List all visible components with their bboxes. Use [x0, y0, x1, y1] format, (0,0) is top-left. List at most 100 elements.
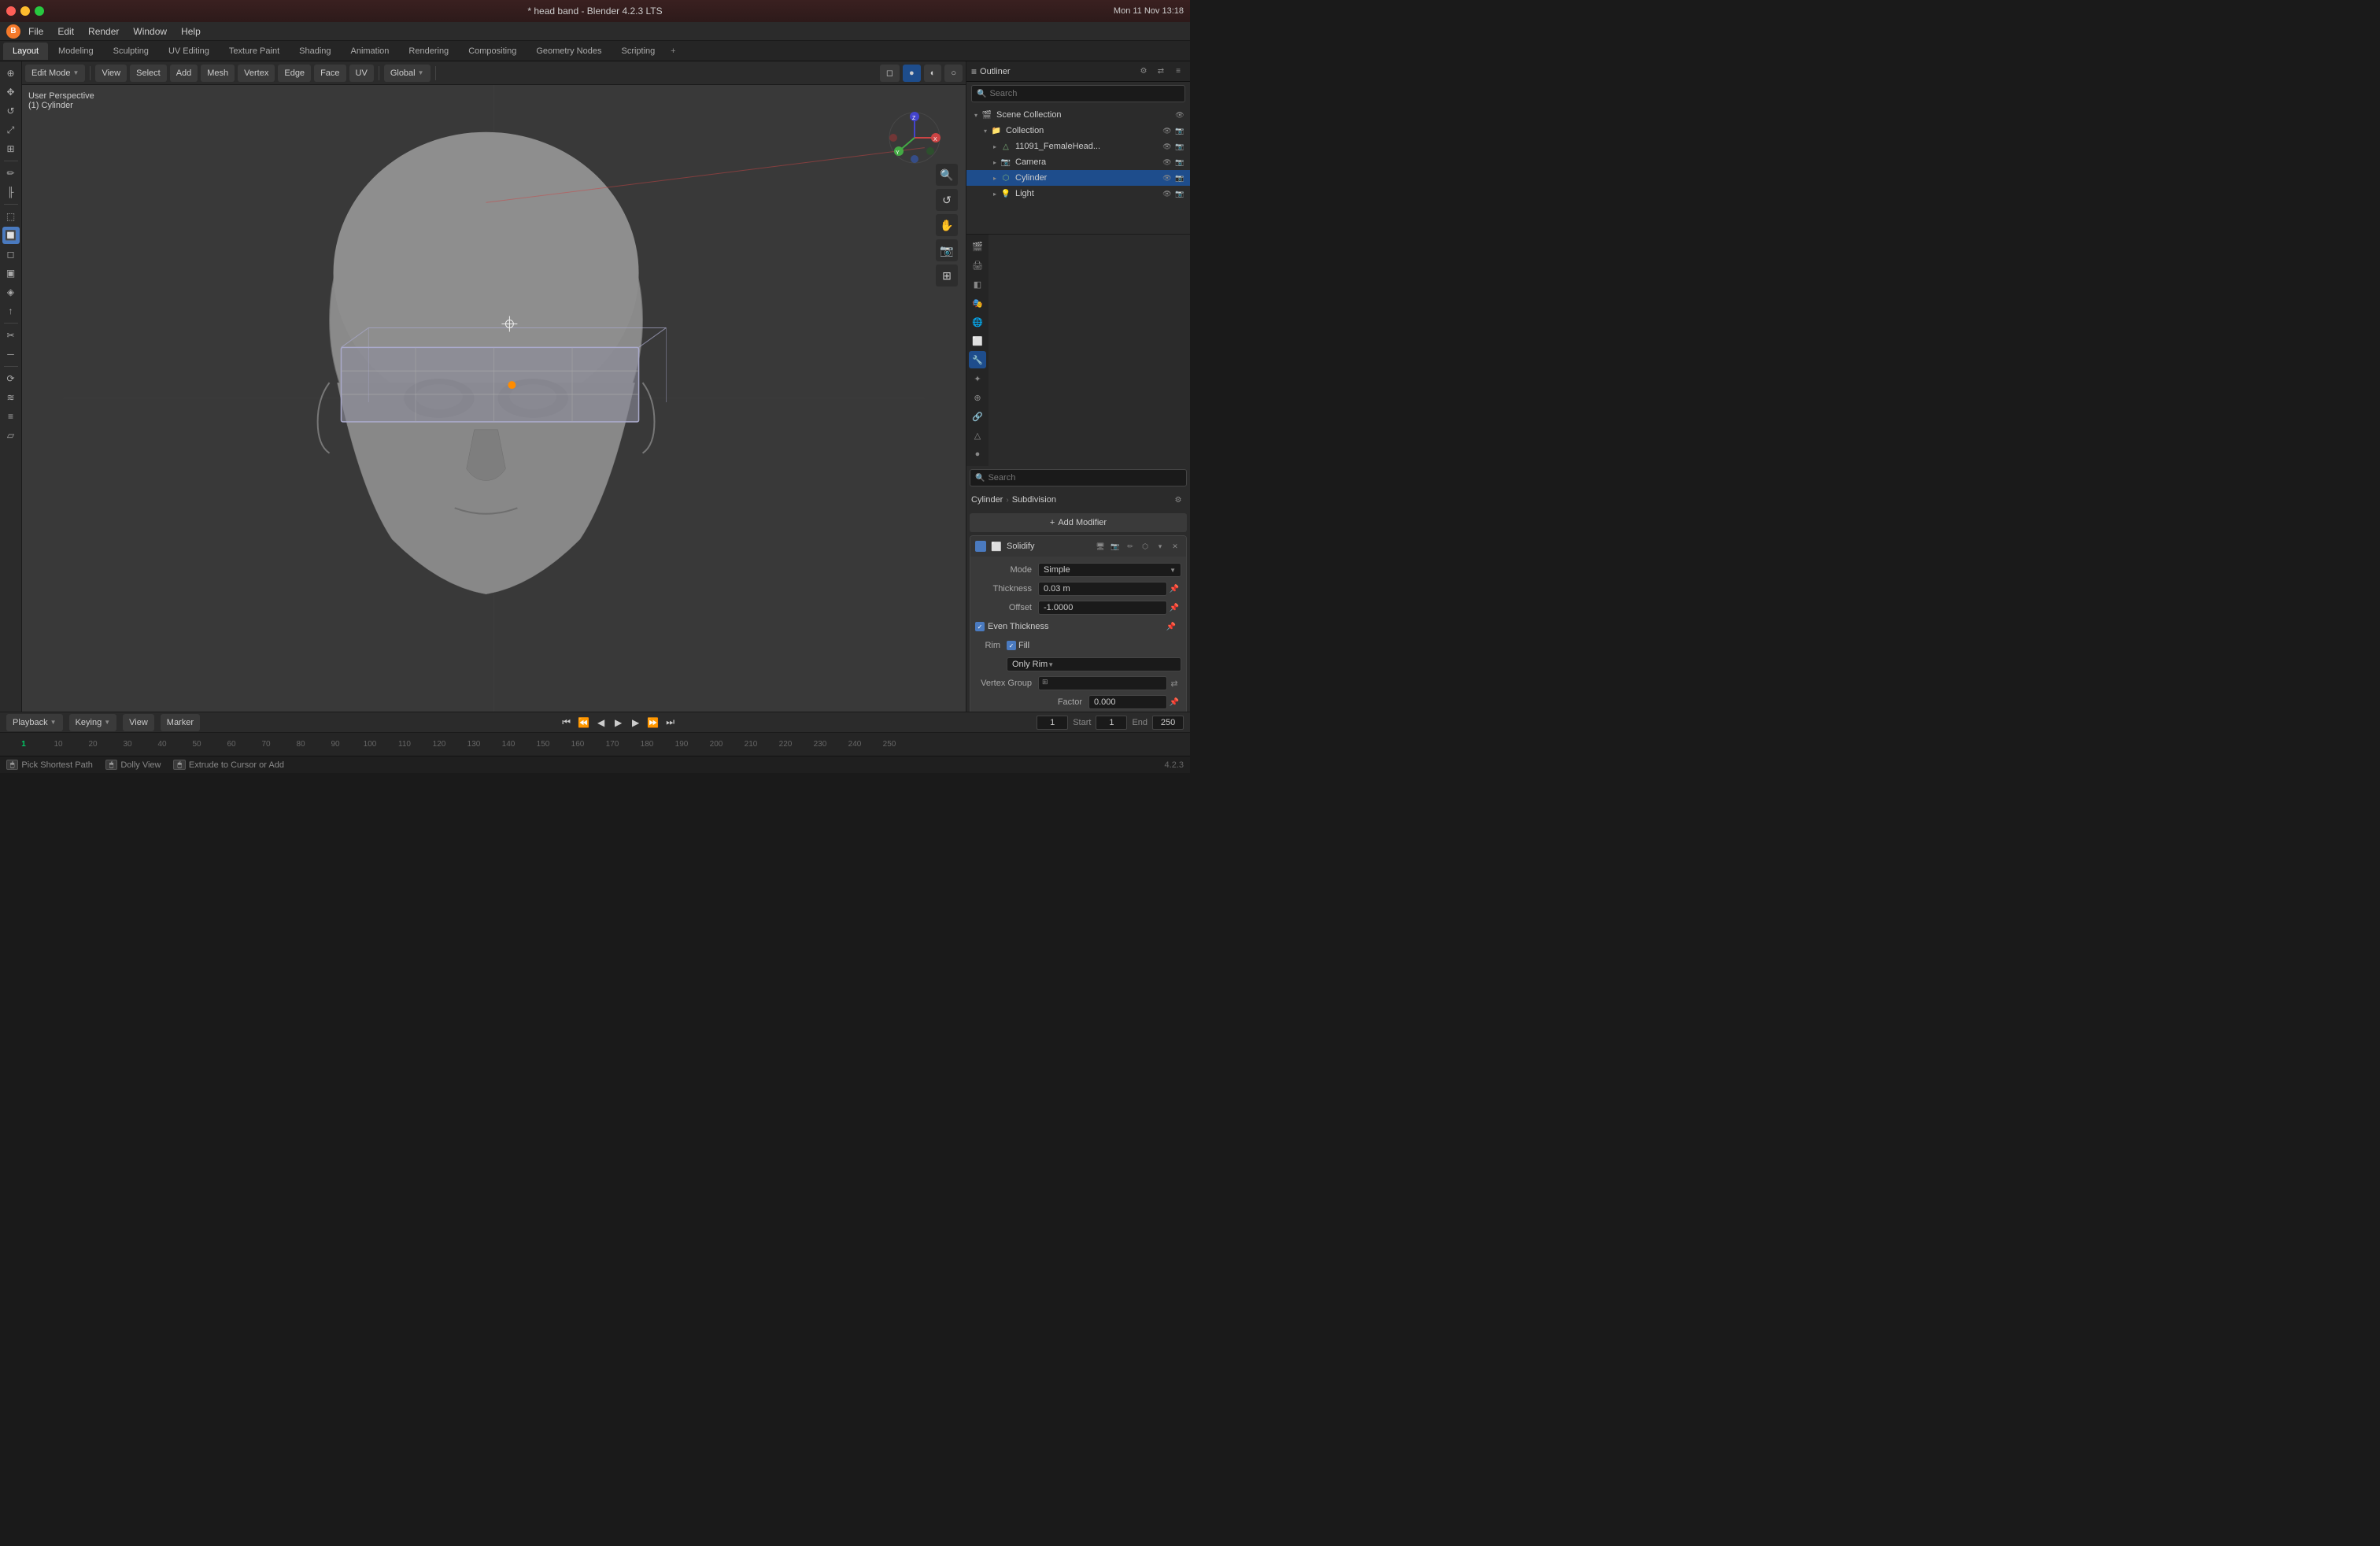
light-eye-icon[interactable]: 👁 [1162, 188, 1173, 199]
offset-pin-icon[interactable]: 📌 [1167, 601, 1181, 615]
select-menu[interactable]: Select [130, 65, 167, 82]
nav-pan[interactable]: ✋ [936, 214, 958, 236]
jump-end-btn[interactable]: ⏭ [663, 716, 678, 730]
menu-edit[interactable]: Edit [51, 24, 80, 39]
tool-select-box[interactable]: ⬚ [2, 208, 20, 225]
properties-search-box[interactable]: 🔍 [970, 469, 1187, 486]
uv-menu[interactable]: UV [349, 65, 374, 82]
keying-menu[interactable]: Keying ▼ [69, 714, 117, 731]
tab-scripting[interactable]: Scripting [612, 43, 664, 60]
solidify-realtime-icon[interactable]: 🖥 [1094, 540, 1107, 553]
collection-render-icon[interactable]: 📷 [1174, 125, 1185, 136]
tab-geometry-nodes[interactable]: Geometry Nodes [527, 43, 611, 60]
prop-tab-material[interactable]: ● [969, 446, 986, 463]
collection-expand-icon[interactable]: ▾ [981, 126, 990, 135]
prop-tab-modifiers[interactable]: 🔧 [969, 351, 986, 368]
prop-tab-world[interactable]: 🌐 [969, 313, 986, 331]
tool-knife[interactable]: ✂ [2, 327, 20, 344]
tab-rendering[interactable]: Rendering [399, 43, 458, 60]
tool-offset-edge[interactable]: ◻ [2, 246, 20, 263]
tab-texture-paint[interactable]: Texture Paint [220, 43, 289, 60]
marker-menu[interactable]: Marker [161, 714, 200, 731]
start-frame-field[interactable]: 1 [1096, 716, 1127, 730]
mode-dropdown[interactable]: Simple ▼ [1038, 563, 1181, 577]
tab-uv-editing[interactable]: UV Editing [159, 43, 219, 60]
tool-inset[interactable]: ▣ [2, 264, 20, 282]
jump-start-btn[interactable]: ⏮ [560, 716, 574, 730]
prop-tab-data[interactable]: △ [969, 427, 986, 444]
tool-transform[interactable]: ⊞ [2, 140, 20, 157]
prop-tab-scene[interactable]: 🎭 [969, 294, 986, 312]
play-btn[interactable]: ▶ [612, 716, 626, 730]
viewport-shading-render[interactable]: ○ [944, 65, 963, 82]
outliner-female-head[interactable]: ▸ △ 11091_FemaleHead... 👁 📷 [966, 139, 1190, 154]
prop-tab-constraints[interactable]: 🔗 [969, 408, 986, 425]
minimize-button[interactable] [20, 6, 30, 16]
femalehead-expand-icon[interactable]: ▸ [990, 142, 1000, 151]
solidify-header[interactable]: ⬜ Solidify 🖥 📷 ✏ ⬡ ▾ ✕ [970, 536, 1186, 557]
vertex-group-field[interactable]: ⊞ [1038, 676, 1167, 690]
tab-modeling[interactable]: Modeling [49, 43, 103, 60]
solidify-enabled-checkbox[interactable] [975, 541, 986, 552]
viewport-shading-material[interactable]: ◐ [924, 65, 942, 82]
solidify-edit-icon[interactable]: ✏ [1124, 540, 1136, 553]
timeline-view-menu[interactable]: View [123, 714, 154, 731]
menu-render[interactable]: Render [82, 24, 125, 39]
prop-tab-view-layer[interactable]: ◧ [969, 276, 986, 293]
blender-logo-icon[interactable]: B [6, 24, 20, 39]
prop-tab-output[interactable]: 🖨 [969, 257, 986, 274]
nav-grid[interactable]: ⊞ [936, 264, 958, 287]
prev-keyframe-btn[interactable]: ⏪ [577, 716, 591, 730]
tool-bisect[interactable]: ─ [2, 346, 20, 363]
playback-menu[interactable]: Playback ▼ [6, 714, 63, 731]
nav-zoom-in[interactable]: 🔍 [936, 164, 958, 186]
menu-help[interactable]: Help [175, 24, 207, 39]
outliner-camera[interactable]: ▸ 📷 Camera 👁 📷 [966, 154, 1190, 170]
nav-rotate[interactable]: ↺ [936, 189, 958, 211]
viewport-shading-solid[interactable]: ● [903, 65, 921, 82]
offset-field[interactable]: -1.0000 [1038, 601, 1167, 615]
prop-tab-physics[interactable]: ⊕ [969, 389, 986, 406]
close-button[interactable] [6, 6, 16, 16]
transform-orientation[interactable]: Global ▼ [384, 65, 431, 82]
collection-eye-icon[interactable]: 👁 [1162, 125, 1173, 136]
scene-eye-icon[interactable]: 👁 [1174, 109, 1185, 120]
next-frame-btn[interactable]: ▶ [629, 716, 643, 730]
viewport-gizmo[interactable]: Z X Y [887, 110, 942, 165]
add-workspace-button[interactable]: + [665, 43, 681, 59]
solidify-render-icon[interactable]: 📷 [1109, 540, 1122, 553]
tool-move[interactable]: ✥ [2, 83, 20, 101]
cylinder-render-icon[interactable]: 📷 [1174, 172, 1185, 183]
thickness-pin-icon[interactable]: 📌 [1167, 582, 1181, 596]
femalehead-eye-icon[interactable]: 👁 [1162, 141, 1173, 152]
tool-extrude[interactable]: ↑ [2, 302, 20, 320]
cylinder-eye-icon[interactable]: 👁 [1162, 172, 1173, 183]
mesh-menu[interactable]: Mesh [201, 65, 235, 82]
prev-frame-btn[interactable]: ◀ [594, 716, 608, 730]
thickness-field[interactable]: 0.03 m [1038, 582, 1167, 596]
tab-sculpting[interactable]: Sculpting [104, 43, 158, 60]
tab-compositing[interactable]: Compositing [459, 43, 526, 60]
end-frame-field[interactable]: 250 [1152, 716, 1184, 730]
rim-fill-checkbox[interactable]: ✓ [1007, 641, 1016, 650]
menu-window[interactable]: Window [127, 24, 173, 39]
modifier-funnel-icon[interactable]: ⚙ [1171, 493, 1185, 507]
light-render-icon[interactable]: 📷 [1174, 188, 1185, 199]
only-rim-dropdown[interactable]: Only Rim ▼ [1007, 657, 1181, 671]
cylinder-expand-icon[interactable]: ▸ [990, 173, 1000, 183]
outliner-collection[interactable]: ▾ 📁 Collection 👁 📷 [966, 123, 1190, 139]
tool-rotate[interactable]: ↺ [2, 102, 20, 120]
view-menu[interactable]: View [95, 65, 127, 82]
camera-render-icon[interactable]: 📷 [1174, 157, 1185, 168]
current-frame-field[interactable]: 1 [1037, 716, 1068, 730]
outliner-sync-btn[interactable]: ⇄ [1154, 65, 1168, 79]
scene-expand-icon[interactable]: ▾ [971, 110, 981, 120]
vertex-menu[interactable]: Vertex [238, 65, 275, 82]
menu-file[interactable]: File [22, 24, 50, 39]
nav-camera[interactable]: 📷 [936, 239, 958, 261]
viewport-shading-wire[interactable]: ◻ [880, 65, 900, 82]
tab-layout[interactable]: Layout [3, 43, 48, 60]
tool-cursor[interactable]: ⊕ [2, 65, 20, 82]
tool-bevel[interactable]: ◈ [2, 283, 20, 301]
outliner-light[interactable]: ▸ 💡 Light 👁 📷 [966, 186, 1190, 202]
